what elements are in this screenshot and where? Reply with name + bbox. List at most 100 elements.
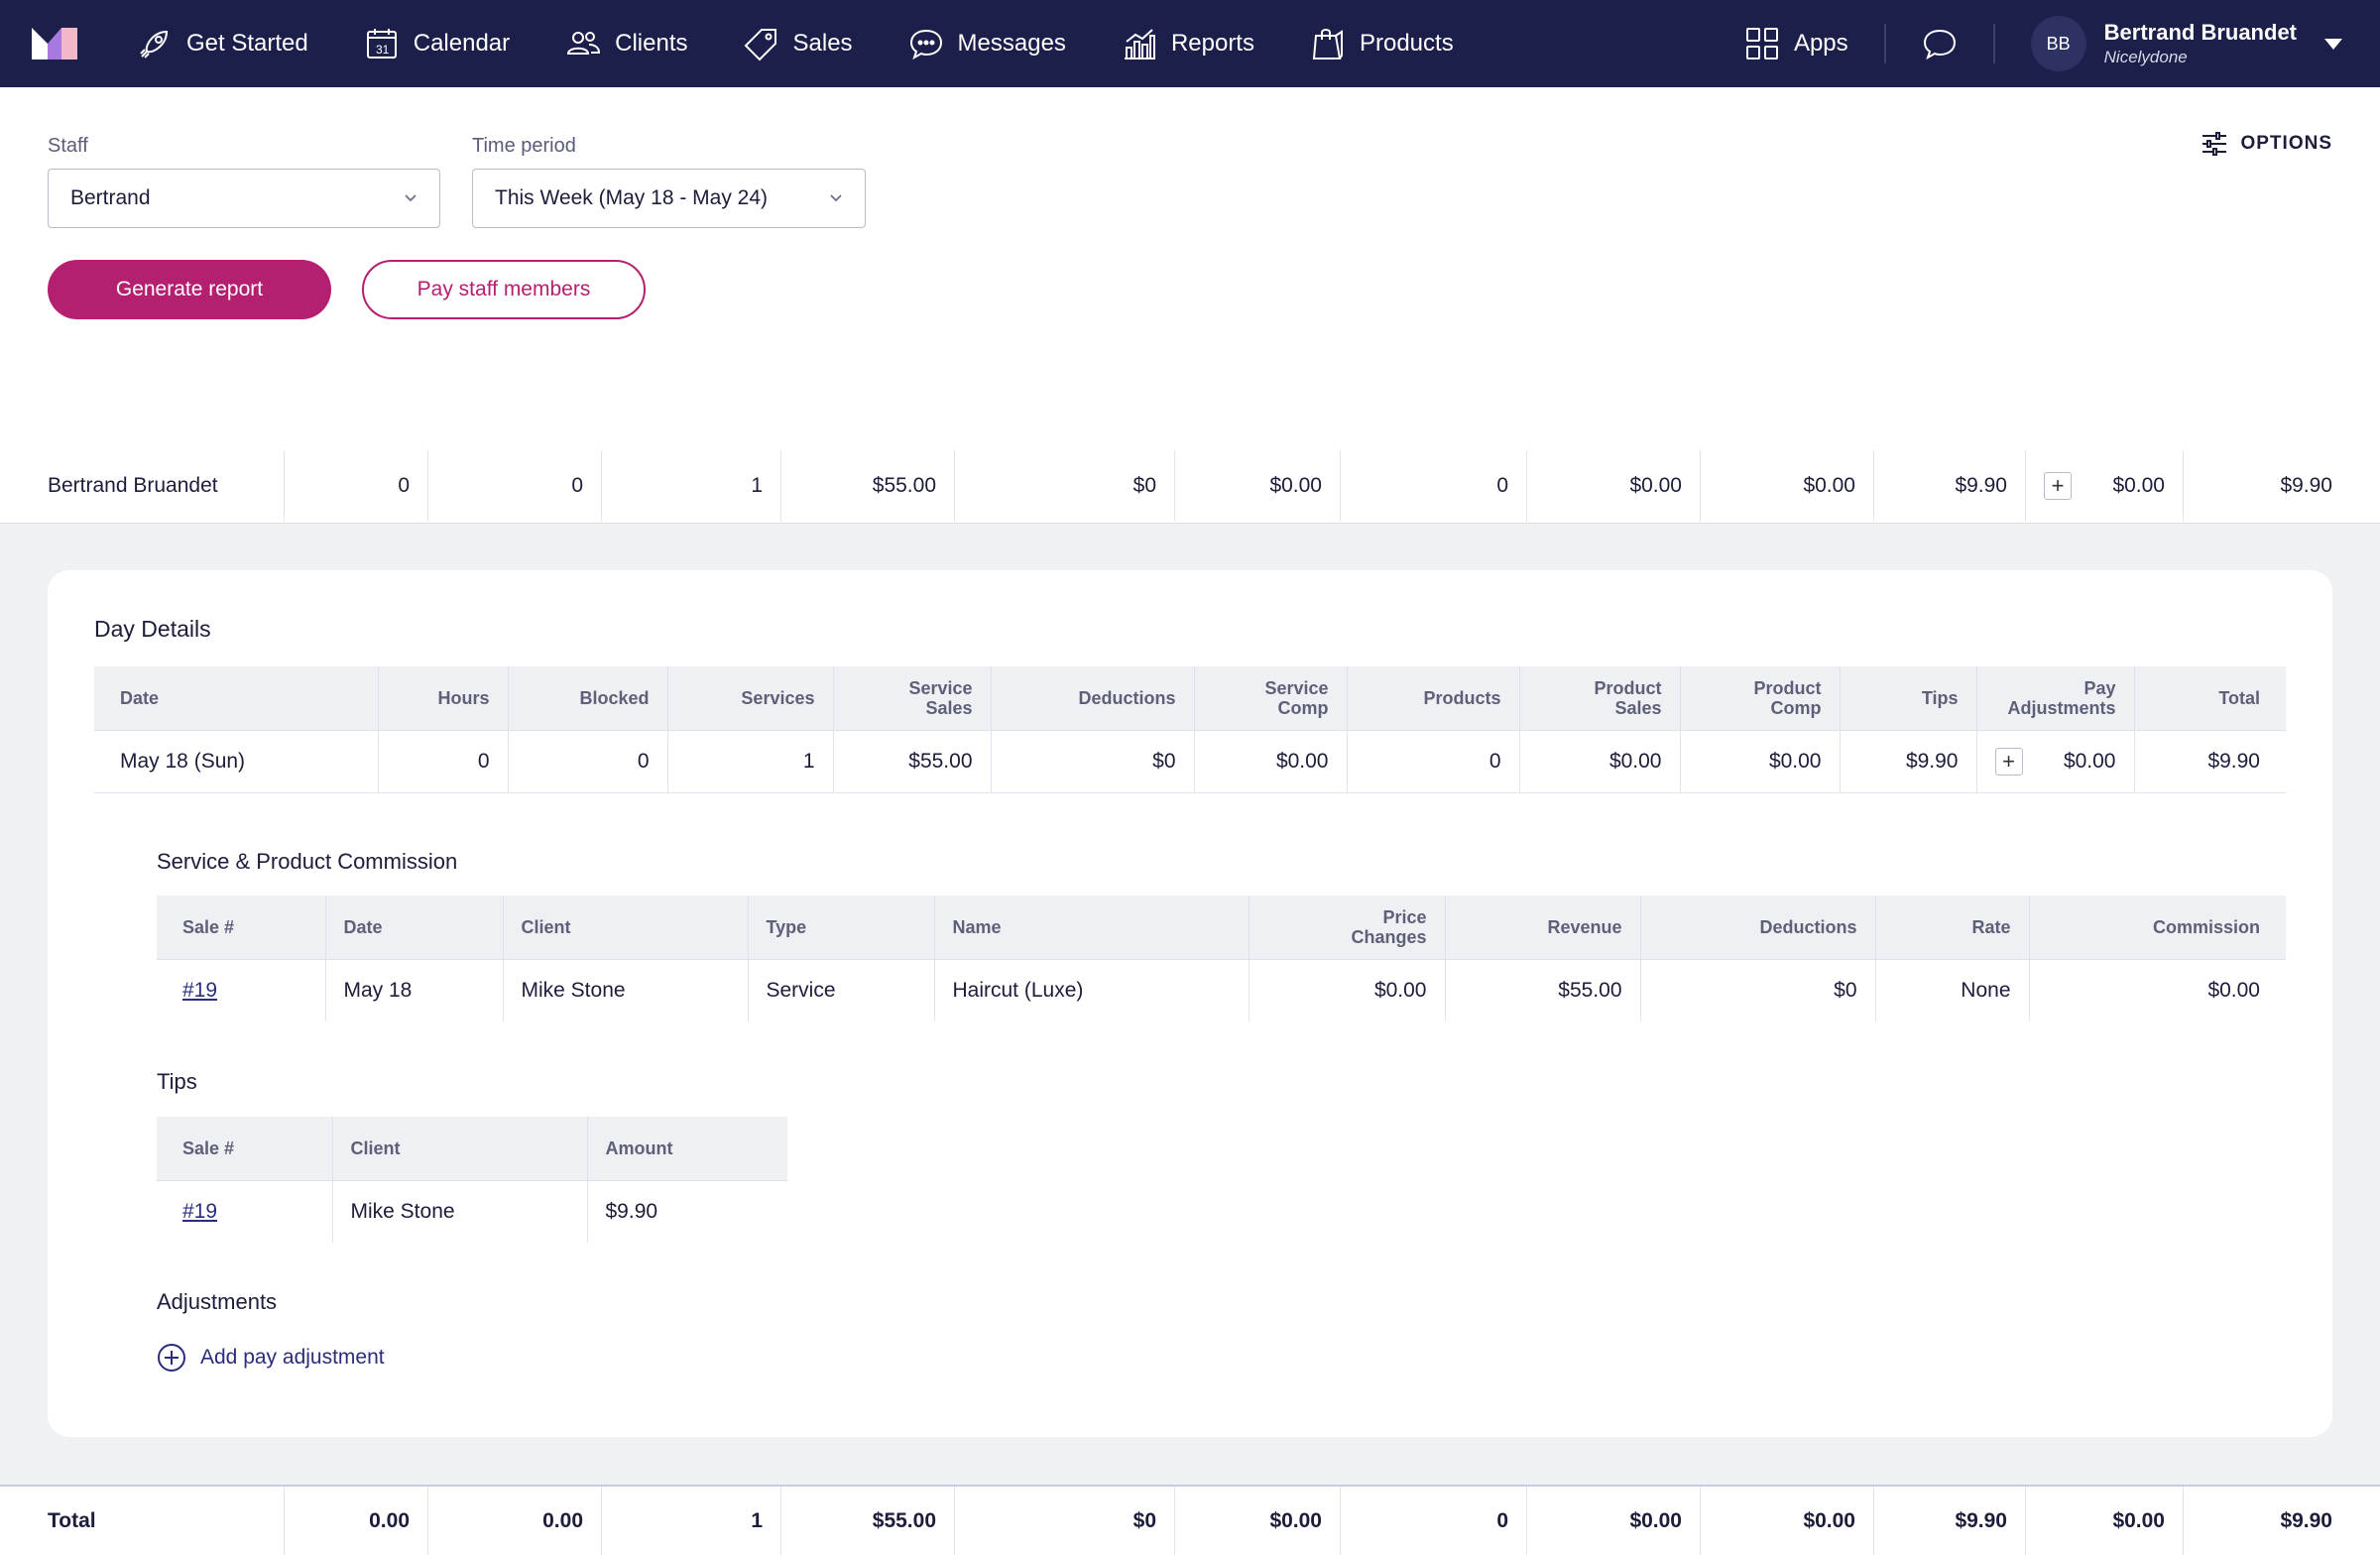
nav-reports-label: Reports xyxy=(1170,30,1254,57)
cell-products: 0 xyxy=(1347,730,1520,793)
add-pay-adjustment-button[interactable]: Add pay adjustment xyxy=(157,1343,385,1373)
options-label: OPTIONS xyxy=(2240,133,2332,154)
cell-pay-adjustments: + $0.00 xyxy=(1976,730,2135,793)
table-row: #19 May 18 Mike Stone Service Haircut (L… xyxy=(157,959,2286,1021)
cell-pay-adjustments-value: $0.00 xyxy=(2063,749,2116,773)
generate-report-button[interactable]: Generate report xyxy=(48,260,331,319)
staff-select-value: Bertrand xyxy=(70,186,151,209)
cell-price-changes: $0.00 xyxy=(1249,959,1446,1021)
col-service-sales: Service Sales xyxy=(833,666,992,731)
summary-tips: $9.90 xyxy=(1874,450,2026,522)
nav-reports[interactable]: Reports xyxy=(1122,26,1254,61)
day-details-table: Date Hours Blocked Services Service Sales… xyxy=(94,666,2286,793)
summary-blocked: 0 xyxy=(428,450,602,522)
options-button[interactable]: OPTIONS xyxy=(2201,131,2332,157)
cell-service-comp: $0.00 xyxy=(1194,730,1348,793)
col-product-sales: Product Sales xyxy=(1519,666,1681,731)
col-type: Type xyxy=(748,896,935,960)
brand-logo-icon[interactable] xyxy=(32,24,77,60)
summary-products: 0 xyxy=(1341,450,1527,522)
avatar[interactable]: BB xyxy=(2030,16,2086,71)
cell-deductions: $0 xyxy=(991,730,1195,793)
summary-service-sales: $55.00 xyxy=(781,450,955,522)
nav-clients[interactable]: Clients xyxy=(565,26,688,61)
nav-divider xyxy=(1992,24,1995,63)
cell-date: May 18 xyxy=(325,959,504,1021)
add-adjustment-plus-icon[interactable]: + xyxy=(2044,472,2072,500)
col-service-comp: Service Comp xyxy=(1194,666,1348,731)
staff-summary-row: Bertrand Bruandet 0 0 1 $55.00 $0 $0.00 … xyxy=(0,450,2380,522)
tips-title: Tips xyxy=(157,1069,197,1094)
add-adjustment-plus-icon[interactable]: + xyxy=(1994,747,2023,776)
col-rate: Rate xyxy=(1875,896,2030,960)
total-product-comp: $0.00 xyxy=(1701,1487,1874,1555)
cell-blocked: 0 xyxy=(508,730,668,793)
staff-label: Staff xyxy=(48,135,88,157)
cell-services: 1 xyxy=(667,730,834,793)
col-products: Products xyxy=(1347,666,1520,731)
col-total: Total xyxy=(2134,666,2286,731)
commission-table: Sale # Date Client Type Name Price Change… xyxy=(157,896,2286,1021)
chat-icon[interactable] xyxy=(1922,26,1958,61)
col-date: Date xyxy=(325,896,504,960)
apps-label: Apps xyxy=(1793,30,1848,57)
total-hours: 0.00 xyxy=(285,1487,428,1555)
user-menu[interactable]: Bertrand Bruandet Nicelydone xyxy=(2104,20,2297,67)
business-name: Nicelydone xyxy=(2103,48,2188,66)
col-sale-number: Sale # xyxy=(157,896,326,960)
cell-sale-number: #19 xyxy=(157,959,326,1021)
top-nav: Get Started 31 Calendar Clients Sales Me… xyxy=(0,0,2380,87)
col-pay-adjustments: Pay Adjustments xyxy=(1976,666,2135,731)
nav-get-started[interactable]: Get Started xyxy=(137,26,308,61)
col-client: Client xyxy=(332,1117,588,1181)
summary-staff-name[interactable]: Bertrand Bruandet xyxy=(0,450,285,522)
col-sale-number: Sale # xyxy=(157,1117,333,1181)
adjustments-title: Adjustments xyxy=(157,1289,278,1314)
col-deductions: Deductions xyxy=(991,666,1195,731)
summary-product-sales: $0.00 xyxy=(1527,450,1701,522)
col-product-comp: Product Comp xyxy=(1680,666,1841,731)
nav-sales[interactable]: Sales xyxy=(744,26,853,61)
cell-commission: $0.00 xyxy=(2207,978,2260,1002)
total-product-sales: $0.00 xyxy=(1527,1487,1701,1555)
col-services: Services xyxy=(667,666,834,731)
time-period-label: Time period xyxy=(472,135,576,157)
col-date: Date xyxy=(94,666,379,731)
nav-products[interactable]: Products xyxy=(1310,26,1454,61)
cell-rate: None xyxy=(1875,959,2030,1021)
cell-service-sales: $55.00 xyxy=(833,730,992,793)
cell-total: $9.90 xyxy=(2134,730,2286,793)
summary-pay-adjustments: + $0.00 xyxy=(2026,450,2184,522)
cell-product-comp: $0.00 xyxy=(1680,730,1841,793)
plus-circle-icon xyxy=(158,1344,185,1372)
user-name: Bertrand Bruandet xyxy=(2103,20,2297,45)
sale-link[interactable]: #19 xyxy=(182,1200,217,1223)
bar-chart-icon xyxy=(1124,29,1155,60)
summary-hours: 0 xyxy=(285,450,428,522)
total-row: Total 0.00 0.00 1 $55.00 $0 $0.00 0 $0.0… xyxy=(0,1487,2380,1555)
staff-select[interactable]: Bertrand xyxy=(48,169,440,228)
cell-client: Mike Stone xyxy=(332,1180,588,1243)
cell-amount: $9.90 xyxy=(605,1199,658,1223)
col-commission: Commission xyxy=(2029,896,2286,960)
cell-sale-number: #19 xyxy=(157,1180,333,1243)
total-blocked: 0.00 xyxy=(428,1487,602,1555)
time-period-select[interactable]: This Week (May 18 - May 24) xyxy=(472,169,866,228)
nav-products-label: Products xyxy=(1359,30,1454,57)
sale-link[interactable]: #19 xyxy=(182,979,217,1002)
apps-button[interactable]: Apps xyxy=(1744,26,1848,61)
col-blocked: Blocked xyxy=(508,666,668,731)
table-row: May 18 (Sun) 0 0 1 $55.00 $0 $0.00 0 $0.… xyxy=(94,730,2286,793)
cell-tips: $9.90 xyxy=(1840,730,1977,793)
nav-clients-label: Clients xyxy=(615,30,688,57)
summary-pay-adjustments-value: $0.00 xyxy=(2112,474,2165,497)
cell-product-sales: $0.00 xyxy=(1519,730,1681,793)
pay-staff-members-button[interactable]: Pay staff members xyxy=(362,260,646,319)
summary-product-comp: $0.00 xyxy=(1701,450,1874,522)
grid-icon xyxy=(1745,28,1778,60)
user-menu-caret-icon[interactable] xyxy=(2324,38,2342,50)
nav-calendar[interactable]: 31 Calendar xyxy=(364,26,510,61)
col-tips: Tips xyxy=(1840,666,1977,731)
nav-messages[interactable]: Messages xyxy=(908,26,1066,61)
tag-icon xyxy=(744,29,776,61)
